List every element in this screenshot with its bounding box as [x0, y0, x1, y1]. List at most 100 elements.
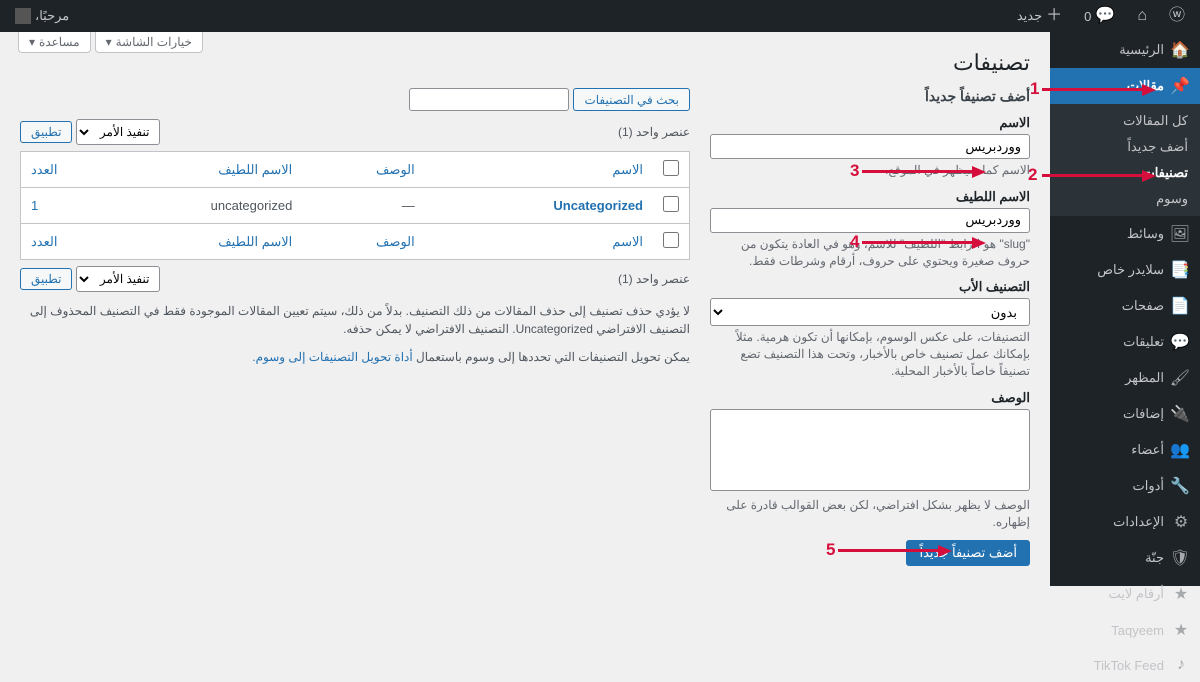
- screen-meta-tabs: خيارات الشاشة ▾ مساعدة ▾: [18, 32, 203, 53]
- shield-icon: 🛡: [1172, 548, 1190, 568]
- admin-bar: ⓦ ⌂ 💬0 ＋جديد مرحبًا،: [0, 0, 1200, 32]
- parent-label: التصنيف الأب: [710, 279, 1030, 295]
- parent-field-group: التصنيف الأب بدون التصنيفات، على عكس الو…: [710, 279, 1030, 379]
- settings-icon: ⚙: [1172, 512, 1190, 532]
- row-name-link[interactable]: Uncategorized: [553, 198, 643, 213]
- col-count[interactable]: العدد: [21, 152, 91, 188]
- users-icon: 👥: [1172, 440, 1190, 460]
- name-field-group: الاسم الاسم كما سيظهر في الموقع.: [710, 115, 1030, 179]
- desc-textarea[interactable]: [710, 409, 1030, 491]
- appearance-icon: 🖌: [1172, 368, 1190, 388]
- tablenav-top: عنصر واحد (1) تنفيذ الأمر تطبيق: [20, 119, 690, 145]
- form-heading: أضف تصنيفاً جديداً: [710, 88, 1030, 105]
- comments-count: 0: [1084, 9, 1091, 24]
- media-icon: 🖼: [1172, 224, 1190, 244]
- categories-table: الاسم الوصف الاسم اللطيف العدد Uncategor…: [20, 151, 690, 260]
- dashboard-icon: 🏠: [1172, 40, 1190, 60]
- slug-label: الاسم اللطيف: [710, 189, 1030, 205]
- name-desc: الاسم كما سيظهر في الموقع.: [710, 162, 1030, 179]
- main-content: خيارات الشاشة ▾ مساعدة ▾ تصنيفات أضف تصن…: [0, 32, 1050, 586]
- bulk-action-select-top[interactable]: تنفيذ الأمر: [76, 119, 160, 145]
- sidebar-item-pages[interactable]: 📄صفحات: [1050, 288, 1200, 324]
- col-name-foot[interactable]: الاسم: [425, 224, 653, 260]
- sidebar-item-tools[interactable]: 🔧أدوات: [1050, 468, 1200, 504]
- row-desc: —: [302, 188, 424, 224]
- col-name[interactable]: الاسم: [425, 152, 653, 188]
- delete-note: لا يؤدي حذف تصنيف إلى حذف المقالات من ذل…: [20, 302, 690, 338]
- select-all-top[interactable]: [663, 160, 679, 176]
- apply-button-top[interactable]: تطبيق: [20, 121, 72, 143]
- bulk-action-select-bottom[interactable]: تنفيذ الأمر: [76, 266, 160, 292]
- sidebar-item-appearance[interactable]: 🖌المظهر: [1050, 360, 1200, 396]
- sidebar-item-posts[interactable]: 📌مقالات: [1050, 68, 1200, 104]
- posts-submenu: كل المقالات أضف جديداً تصنيفات وسوم: [1050, 104, 1200, 216]
- parent-select[interactable]: بدون: [710, 298, 1030, 326]
- comments-icon: 💬: [1172, 332, 1190, 352]
- sidebar-item-arqam[interactable]: ★أرقام لايت: [1050, 576, 1200, 612]
- convert-note: يمكن تحويل التصنيفات التي تحددها إلى وسو…: [20, 348, 690, 366]
- avatar: [15, 8, 31, 24]
- add-category-form: أضف تصنيفاً جديداً الاسم الاسم كما سيظهر…: [710, 88, 1030, 566]
- submenu-categories[interactable]: تصنيفات: [1050, 160, 1200, 186]
- name-label: الاسم: [710, 115, 1030, 131]
- plugins-icon: 🔌: [1172, 404, 1190, 424]
- row-count-link[interactable]: 1: [31, 198, 38, 213]
- admin-sidebar: 🏠الرئيسية 📌مقالات كل المقالات أضف جديداً…: [1050, 32, 1200, 586]
- desc-field-group: الوصف الوصف لا يظهر بشكل افتراضي، لكن بع…: [710, 390, 1030, 531]
- help-tab[interactable]: مساعدة ▾: [18, 32, 91, 53]
- sidebar-item-users[interactable]: 👥أعضاء: [1050, 432, 1200, 468]
- screen-options-tab[interactable]: خيارات الشاشة ▾: [95, 32, 203, 53]
- name-input[interactable]: [710, 134, 1030, 159]
- chevron-down-icon: ▾: [29, 35, 35, 49]
- desc-label: الوصف: [710, 390, 1030, 406]
- displaying-num-bottom: عنصر واحد (1): [618, 272, 690, 286]
- submenu-tags[interactable]: وسوم: [1050, 186, 1200, 212]
- desc-desc: الوصف لا يظهر بشكل افتراضي، لكن بعض القو…: [710, 497, 1030, 531]
- slider-icon: 📑: [1172, 260, 1190, 280]
- sidebar-item-plugins[interactable]: 🔌إضافات: [1050, 396, 1200, 432]
- sidebar-item-taqyeem[interactable]: ★Taqyeem: [1050, 612, 1200, 648]
- sidebar-item-tiktok[interactable]: ♪TikTok Feed: [1050, 648, 1200, 682]
- col-desc[interactable]: الوصف: [302, 152, 424, 188]
- new-content[interactable]: ＋جديد: [1010, 0, 1069, 32]
- apply-button-bottom[interactable]: تطبيق: [20, 268, 72, 290]
- table-row: Uncategorized — uncategorized 1: [21, 188, 690, 224]
- sidebar-item-jannah[interactable]: 🛡جنّة: [1050, 540, 1200, 576]
- tiktok-icon: ♪: [1172, 656, 1190, 674]
- search-button[interactable]: بحث في التصنيفات: [573, 88, 690, 111]
- sidebar-item-media[interactable]: 🖼وسائط: [1050, 216, 1200, 252]
- wp-logo[interactable]: ⓦ: [1162, 0, 1192, 32]
- submenu-add-new[interactable]: أضف جديداً: [1050, 134, 1200, 160]
- sidebar-item-comments[interactable]: 💬تعليقات: [1050, 324, 1200, 360]
- slug-input[interactable]: [710, 208, 1030, 233]
- col-count-foot[interactable]: العدد: [21, 224, 91, 260]
- star-icon: ★: [1172, 584, 1190, 604]
- select-all-bottom[interactable]: [663, 232, 679, 248]
- col-desc-foot[interactable]: الوصف: [302, 224, 424, 260]
- search-box: بحث في التصنيفات: [20, 88, 690, 111]
- slug-desc: "slug" هو الرابط "اللطيف" للاسم، وهو في …: [710, 236, 1030, 270]
- sidebar-item-dashboard[interactable]: 🏠الرئيسية: [1050, 32, 1200, 68]
- tools-icon: 🔧: [1172, 476, 1190, 496]
- parent-desc: التصنيفات، على عكس الوسوم، بإمكانها أن ت…: [710, 329, 1030, 379]
- page-title: تصنيفات: [20, 50, 1030, 76]
- col-slug[interactable]: الاسم اللطيف: [91, 152, 303, 188]
- search-input[interactable]: [409, 88, 569, 111]
- chevron-down-icon: ▾: [106, 35, 112, 49]
- star-icon: ★: [1172, 620, 1190, 640]
- sidebar-item-settings[interactable]: ⚙الإعدادات: [1050, 504, 1200, 540]
- submenu-all-posts[interactable]: كل المقالات: [1050, 108, 1200, 134]
- comments-link[interactable]: 💬0: [1077, 0, 1122, 32]
- user-greeting[interactable]: مرحبًا،: [8, 0, 76, 32]
- submit-button[interactable]: أضف تصنيفاً جديداً: [906, 540, 1030, 566]
- pin-icon: 📌: [1172, 76, 1190, 96]
- slug-field-group: الاسم اللطيف "slug" هو الرابط "اللطيف" ل…: [710, 189, 1030, 270]
- row-checkbox[interactable]: [663, 196, 679, 212]
- convert-link[interactable]: أداة تحويل التصنيفات إلى وسوم.: [252, 350, 412, 364]
- site-home[interactable]: ⌂: [1130, 0, 1154, 32]
- pages-icon: 📄: [1172, 296, 1190, 316]
- sidebar-item-slider[interactable]: 📑سلايدر خاص: [1050, 252, 1200, 288]
- tablenav-bottom: عنصر واحد (1) تنفيذ الأمر تطبيق: [20, 266, 690, 292]
- col-slug-foot[interactable]: الاسم اللطيف: [91, 224, 303, 260]
- row-slug: uncategorized: [91, 188, 303, 224]
